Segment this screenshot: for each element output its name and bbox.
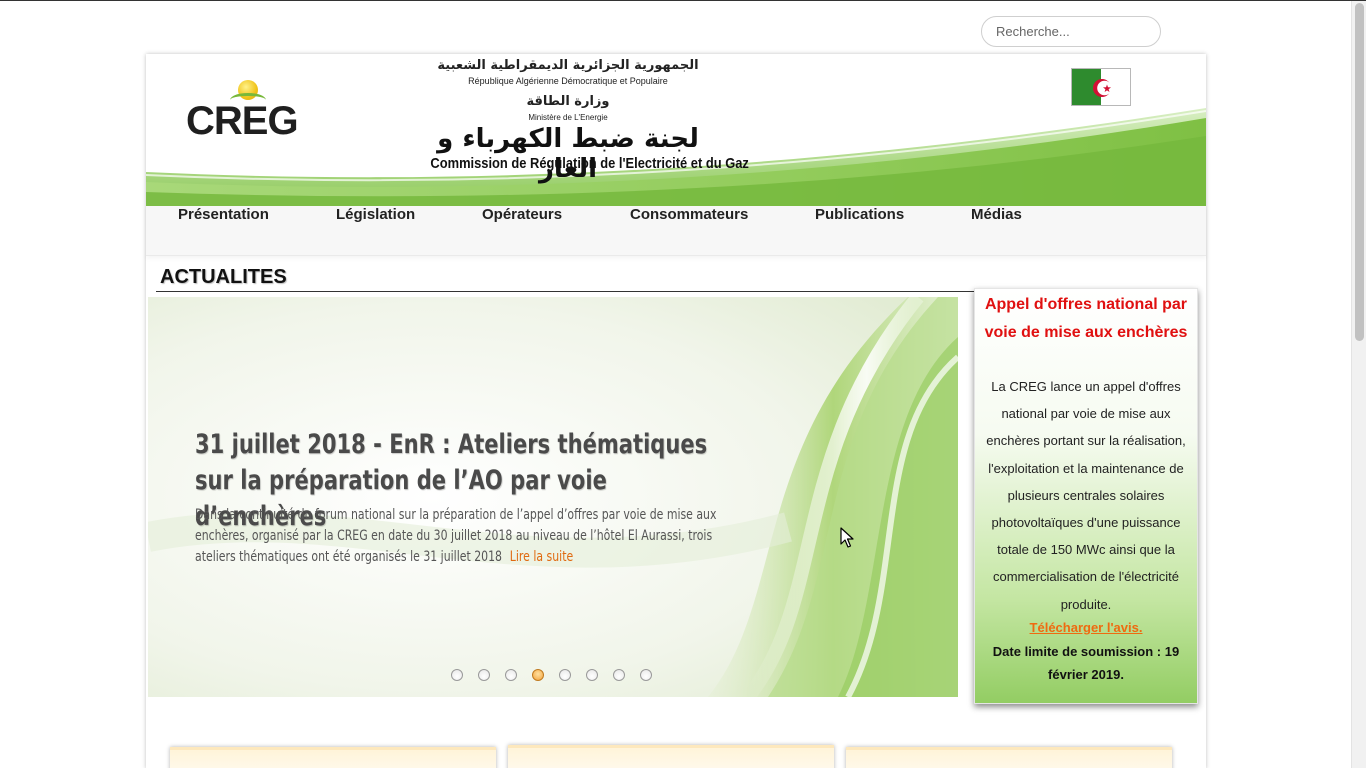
- slide-pagination: [451, 669, 652, 681]
- slide-summary: Dans la continuité du forum national sur…: [195, 505, 741, 568]
- download-notice-link[interactable]: Télécharger l'avis.: [975, 620, 1197, 636]
- tender-body: La CREG lance un appel d'offres national…: [986, 379, 1186, 612]
- arabic-ministry-text: وزارة الطاقة: [526, 94, 610, 109]
- mouse-cursor-icon: [840, 527, 854, 548]
- french-ministry-text: Ministère de L'Energie: [528, 113, 608, 122]
- header-titles: الجمهورية الجزائرية الديمقراطية الشعبية …: [408, 56, 749, 184]
- news-slider[interactable]: 31 juillet 2018 - EnR : Ateliers thémati…: [148, 297, 958, 697]
- slide-dot-2[interactable]: [478, 669, 490, 681]
- logo-text: CREG: [186, 99, 299, 143]
- nav-item-consommateurs[interactable]: Consommateurs: [630, 206, 748, 256]
- bottom-card-2[interactable]: [508, 745, 834, 768]
- tender-notice-box: Appel d'offres national par voie de mise…: [974, 288, 1198, 704]
- tender-deadline: Date limite de soumission : 19 février 2…: [992, 643, 1180, 682]
- slide-dot-6[interactable]: [586, 669, 598, 681]
- algeria-flag-icon: [1071, 68, 1131, 106]
- slide-dot-5[interactable]: [559, 669, 571, 681]
- arabic-republic-text: الجمهورية الجزائرية الديمقراطية الشعبية: [437, 58, 699, 73]
- scrollbar-thumb[interactable]: [1355, 3, 1364, 341]
- nav-item-presentation[interactable]: Présentation: [178, 206, 269, 256]
- bottom-card-1[interactable]: [170, 747, 496, 768]
- search-input[interactable]: [981, 16, 1161, 47]
- slide-summary-text: Dans la continuité du forum national sur…: [195, 507, 717, 565]
- creg-logo[interactable]: CREG: [186, 80, 316, 143]
- slide-dot-1[interactable]: [451, 669, 463, 681]
- slide-dot-8[interactable]: [640, 669, 652, 681]
- arabic-commission-text: لجنة ضبط الكهرباء و الغاز: [437, 124, 700, 184]
- read-more-link[interactable]: Lire la suite: [510, 549, 573, 565]
- french-commission-text: Commission de Régulation de l'Electricit…: [430, 155, 749, 172]
- nav-item-legislation[interactable]: Législation: [336, 206, 415, 256]
- slide-dot-3[interactable]: [505, 669, 517, 681]
- page-container: CREG الجمهورية الجزائرية الديمقراطية الش…: [146, 54, 1206, 768]
- page-scrollbar[interactable]: [1351, 1, 1366, 768]
- bottom-card-3[interactable]: [846, 747, 1172, 768]
- tender-title: Appel d'offres national par voie de mise…: [984, 296, 1188, 341]
- nav-item-operateurs[interactable]: Opérateurs: [482, 206, 562, 256]
- news-heading: ACTUALITES: [160, 266, 287, 288]
- nav-item-publications[interactable]: Publications: [815, 206, 904, 256]
- slide-dot-7[interactable]: [613, 669, 625, 681]
- main-navigation: Présentation Législation Opérateurs Cons…: [146, 206, 1206, 256]
- nav-item-medias[interactable]: Médias: [971, 206, 1022, 256]
- french-republic-text: République Algérienne Démocratique et Po…: [468, 76, 668, 86]
- slide-dot-4[interactable]: [532, 669, 544, 681]
- news-divider: [156, 291, 976, 292]
- header-banner: CREG الجمهورية الجزائرية الديمقراطية الش…: [146, 54, 1206, 206]
